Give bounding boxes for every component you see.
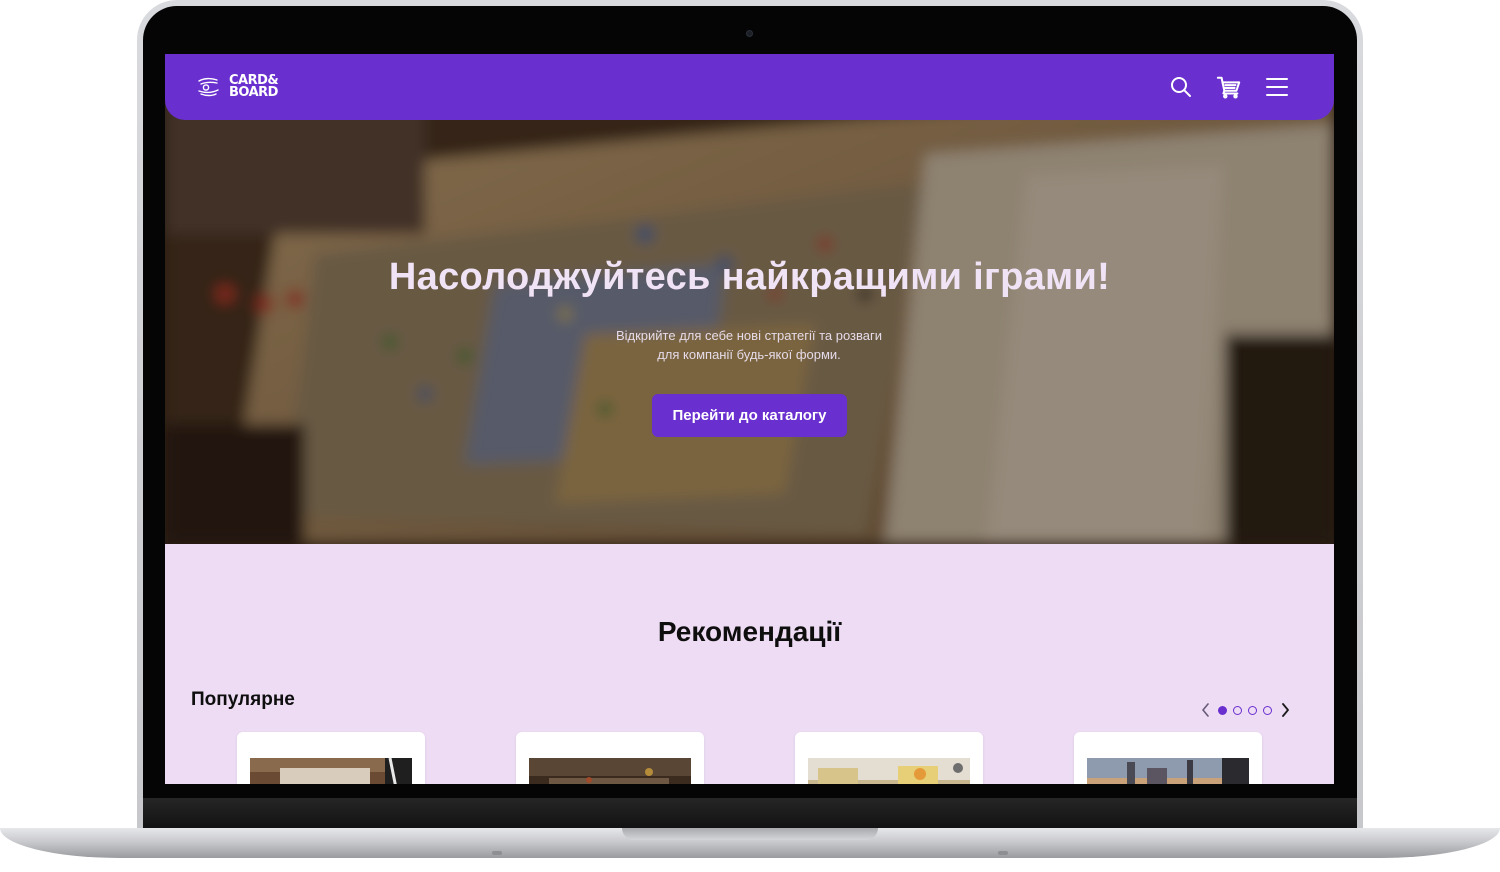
carousel-controls	[1198, 702, 1292, 718]
site-header: CARD& BOARD	[165, 54, 1334, 120]
carousel-dot-4[interactable]	[1263, 705, 1272, 715]
hero-title: Насолоджуйтесь найкращими іграми!	[388, 256, 1111, 298]
product-card[interactable]	[795, 732, 983, 784]
product-card-list	[237, 732, 1267, 784]
carousel-dot-3[interactable]	[1248, 705, 1257, 715]
product-card[interactable]	[516, 732, 704, 784]
browser-viewport: Насолоджуйтесь найкращими іграми! Відкри…	[165, 54, 1334, 784]
search-icon	[1171, 77, 1191, 97]
laptop-notch	[622, 828, 878, 840]
product-image	[808, 758, 970, 784]
chevron-left-icon	[1201, 703, 1209, 717]
cart-icon	[1216, 76, 1241, 99]
product-image	[529, 758, 691, 784]
carousel-dot-2[interactable]	[1233, 705, 1242, 715]
popular-section-title: Популярне	[191, 689, 295, 710]
hero-section: Насолоджуйтесь найкращими іграми! Відкри…	[165, 94, 1334, 544]
logo-text: CARD& BOARD	[229, 74, 279, 100]
search-button[interactable]	[1168, 74, 1194, 100]
hero-subtitle-line2: для компанії будь-якої форми.	[657, 347, 841, 362]
laptop-hinge	[143, 798, 1357, 830]
carousel-prev-button[interactable]	[1198, 702, 1212, 718]
product-card[interactable]	[1074, 732, 1262, 784]
product-card[interactable]	[237, 732, 425, 784]
product-image	[1087, 758, 1249, 784]
cart-button[interactable]	[1216, 74, 1242, 100]
menu-button[interactable]	[1264, 74, 1290, 100]
recommendations-title: Рекомендації	[657, 616, 842, 647]
logo-line-2: BOARD	[229, 85, 278, 100]
hero-content: Насолоджуйтесь найкращими іграми! Відкри…	[165, 94, 1334, 544]
product-image	[250, 758, 412, 784]
logo-hands-icon	[198, 77, 219, 97]
go-to-catalog-button[interactable]: Перейти до каталогу	[652, 394, 847, 437]
header-actions	[1168, 74, 1290, 100]
site-logo[interactable]: CARD& BOARD	[195, 73, 279, 101]
webcam	[746, 30, 753, 37]
menu-icon	[1266, 78, 1288, 96]
carousel-next-button[interactable]	[1278, 702, 1292, 718]
chevron-right-icon	[1281, 703, 1289, 717]
hero-subtitle-line1: Відкрийте для себе нові стратегії та роз…	[615, 328, 883, 343]
carousel-dot-1[interactable]	[1218, 705, 1227, 715]
hero-subtitle: Відкрийте для себе нові стратегії та роз…	[549, 326, 949, 364]
laptop-foot	[492, 851, 502, 855]
laptop-foot	[998, 851, 1008, 855]
